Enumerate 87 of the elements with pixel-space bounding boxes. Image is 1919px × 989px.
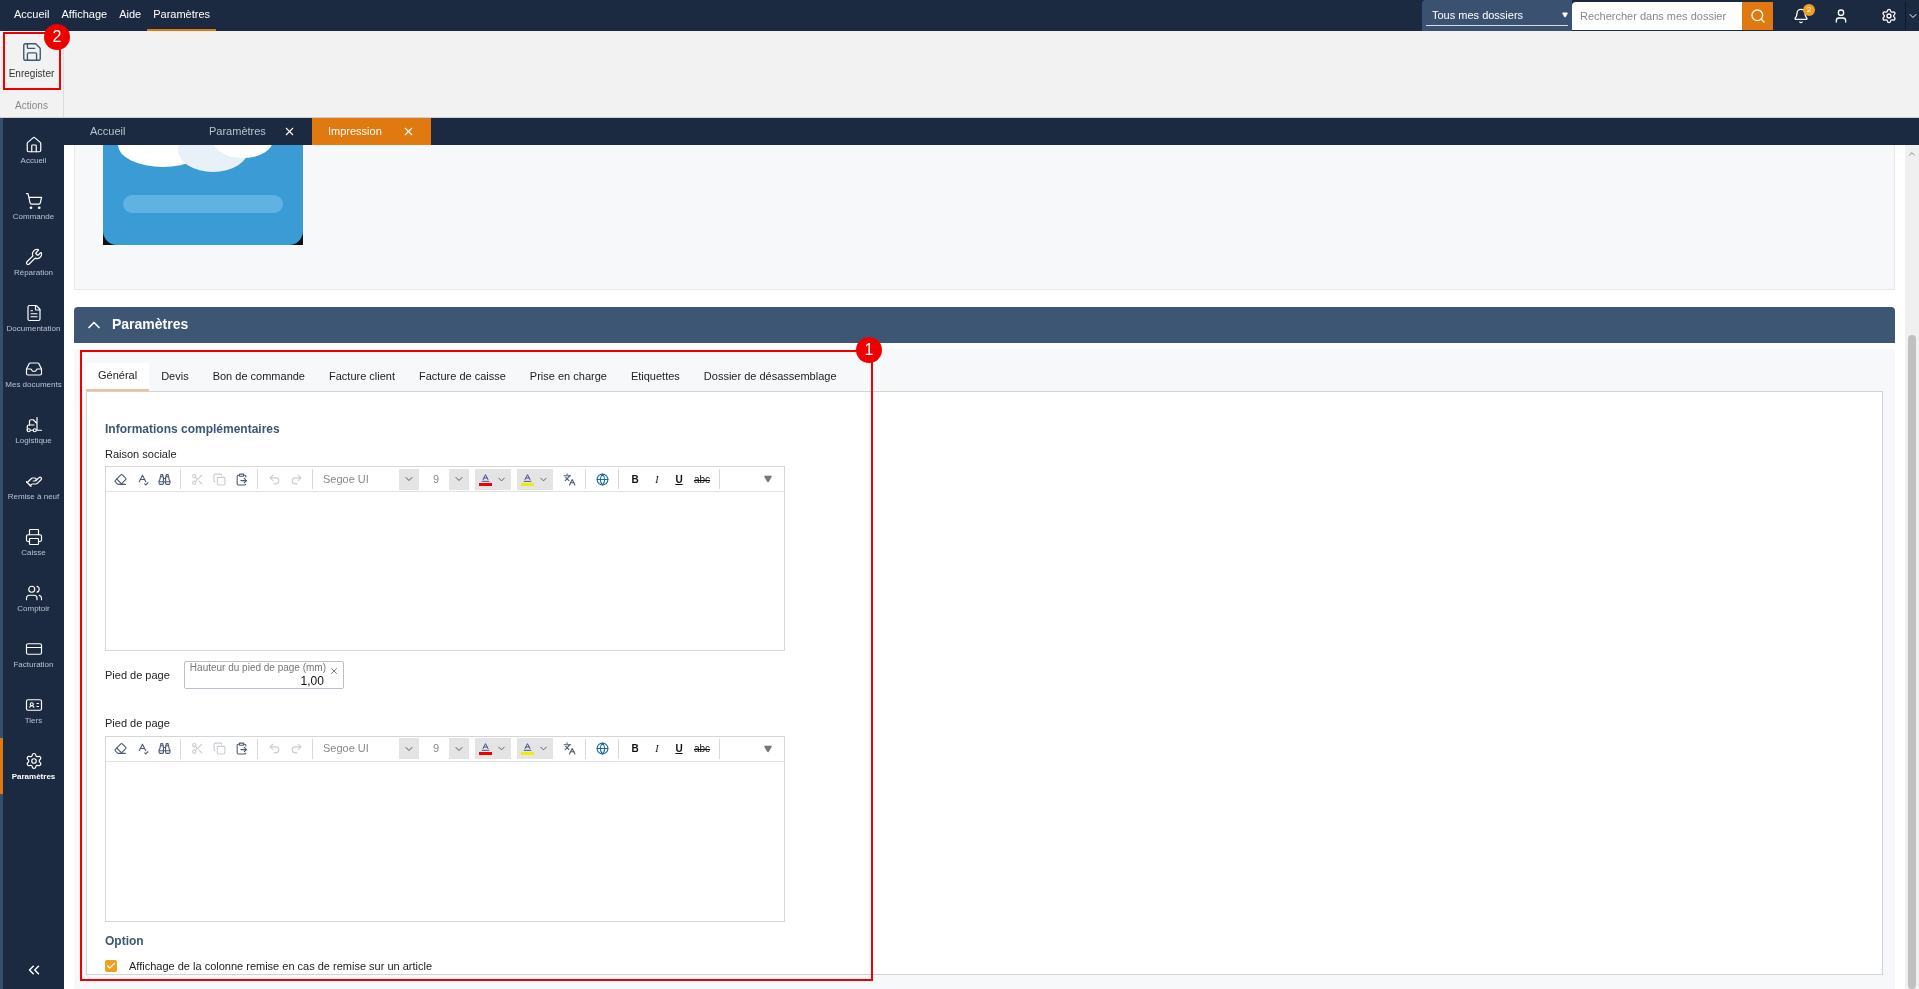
highlight-icon — [521, 742, 534, 755]
eraser-icon[interactable] — [113, 472, 127, 486]
settings-icon[interactable] — [1881, 7, 1897, 24]
home-icon — [24, 135, 43, 154]
sidebar-item[interactable]: Commande — [0, 178, 64, 234]
language-icon[interactable] — [562, 472, 576, 486]
format-button[interactable]: B — [625, 738, 645, 759]
section-heading: Informations complémentaires — [105, 420, 281, 438]
scrollbar[interactable] — [1905, 145, 1919, 989]
search-field[interactable]: Rechercher dans mes dossier — [1572, 1, 1742, 30]
rich-text-editor[interactable]: Segoe UI 9 B I U abc — [105, 735, 785, 922]
section-header[interactable]: Paramètres — [74, 306, 1895, 343]
search-icon — [1749, 7, 1766, 24]
binoculars-icon[interactable] — [157, 472, 171, 486]
format-button[interactable]: abc — [691, 738, 714, 759]
size-select[interactable]: 9 — [425, 738, 469, 759]
number-field[interactable]: Hauteur du pied de page (mm) 1,00 — [183, 661, 344, 689]
language-icon[interactable] — [562, 742, 576, 755]
sidebar-item[interactable]: Caisse — [0, 514, 64, 570]
user-icon[interactable] — [1833, 7, 1849, 24]
text-color-button[interactable] — [475, 738, 511, 759]
text-color-icon — [479, 742, 492, 755]
settings-tab[interactable]: Dossier de désassemblage — [691, 362, 849, 391]
cart-icon — [24, 191, 43, 210]
settings-tab[interactable]: Général — [86, 362, 150, 391]
section-heading: Option — [105, 932, 145, 950]
notification-badge: 2 — [1803, 3, 1815, 16]
search-button[interactable] — [1742, 1, 1773, 30]
sidebar-item[interactable]: Réparation — [0, 234, 64, 290]
menu-item[interactable]: Aide — [113, 0, 148, 31]
group-label: Actions — [15, 99, 48, 113]
document-tab[interactable]: Paramètres — [193, 118, 312, 145]
dropdown-arrow-icon[interactable] — [764, 475, 772, 483]
close-icon[interactable] — [283, 125, 296, 138]
check-icon — [106, 960, 116, 971]
format-button[interactable]: I — [647, 738, 667, 759]
text-color-button[interactable] — [475, 468, 511, 490]
settings-tab[interactable]: Facture de caisse — [407, 362, 518, 391]
highlight-icon — [521, 472, 534, 486]
settings-tab[interactable]: Prise en charge — [517, 362, 619, 391]
sidebar-item[interactable]: Logistique — [0, 402, 64, 458]
forklift-icon — [24, 415, 43, 434]
globe-icon[interactable] — [595, 742, 609, 755]
format-button[interactable]: I — [647, 469, 667, 489]
settings-icon — [24, 751, 43, 770]
checkbox-label: Affichage de la colonne remise en cas de remise sur un article — [129, 958, 433, 974]
format-button[interactable]: abc — [691, 469, 714, 489]
sidebar-item[interactable]: Documentation — [0, 290, 64, 346]
highlight-color-button[interactable] — [517, 468, 553, 490]
sidebar-item[interactable]: Remise à neuf — [0, 458, 64, 514]
globe-icon[interactable] — [595, 472, 609, 486]
dropdown-arrow-icon[interactable] — [764, 744, 772, 753]
sidebar-item[interactable]: Facturation — [0, 626, 64, 682]
inbox-icon — [24, 359, 43, 378]
field-label: Pied de page — [105, 667, 170, 683]
sidebar-item[interactable]: Comptoir — [0, 570, 64, 626]
folder-select[interactable]: Tous mes dossiers — [1422, 0, 1572, 31]
notification-icon[interactable] — [1793, 7, 1809, 24]
checkbox[interactable] — [105, 959, 117, 972]
settings-tab[interactable]: Facture client — [317, 362, 408, 391]
text-color-icon — [479, 472, 492, 486]
binoculars-icon[interactable] — [157, 742, 171, 755]
save-icon — [20, 41, 43, 63]
eraser-icon[interactable] — [113, 742, 127, 755]
settings-tab[interactable]: Etiquettes — [618, 362, 692, 391]
field-label: Pied de page — [105, 716, 171, 731]
size-select[interactable]: 9 — [425, 468, 469, 490]
sidebar-item[interactable]: Tiers — [0, 682, 64, 738]
printer-icon — [24, 527, 43, 546]
wrench-icon — [24, 247, 43, 266]
format-button[interactable]: B — [625, 469, 645, 489]
sidebar-item[interactable]: Mes documents — [0, 346, 64, 402]
paste-icon[interactable] — [234, 472, 248, 486]
highlight-color-button[interactable] — [517, 738, 553, 759]
settings-tab[interactable]: Bon de commande — [200, 362, 317, 391]
paste-icon[interactable] — [234, 742, 248, 755]
clear-icon[interactable] — [328, 666, 339, 676]
rich-text-editor[interactable]: Segoe UI 9 B I U abc — [105, 466, 785, 651]
dropdown-arrow-icon — [1562, 12, 1568, 18]
settings-tab[interactable]: Devis — [149, 362, 201, 391]
format-button[interactable]: U — [669, 738, 689, 759]
document-tab[interactable]: Accueil — [74, 118, 193, 145]
sidebar-item[interactable]: Accueil — [0, 122, 64, 178]
format-button[interactable]: U — [669, 469, 689, 489]
field-label: Raison sociale — [105, 446, 178, 462]
people-icon — [24, 583, 43, 602]
document-icon — [24, 303, 43, 322]
